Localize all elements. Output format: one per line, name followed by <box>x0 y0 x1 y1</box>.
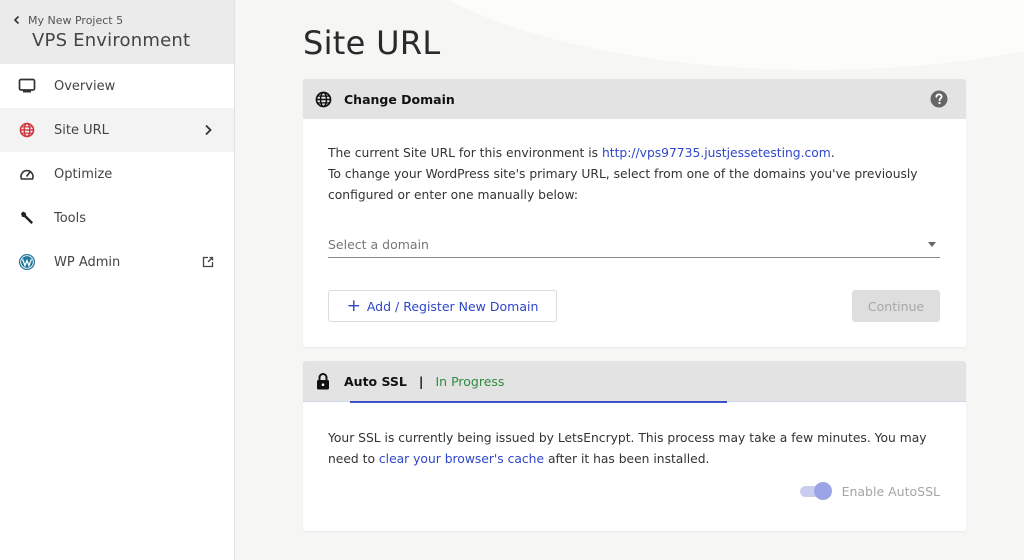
chevron-left-icon <box>13 15 20 25</box>
continue-button[interactable]: Continue <box>852 290 940 322</box>
wrench-icon <box>18 209 36 227</box>
caret-down-icon <box>928 242 936 247</box>
header-separator: | <box>418 373 424 389</box>
current-url-suffix: . <box>830 146 835 160</box>
speedometer-icon <box>18 165 36 183</box>
plus-icon: + <box>346 295 361 316</box>
sidebar-item-label: Site URL <box>54 122 109 138</box>
current-url-description: The current Site URL for this environmen… <box>328 143 948 206</box>
sidebar: My New Project 5 VPS Environment Overvie… <box>0 0 235 560</box>
background-decoration <box>366 0 1024 70</box>
domain-select[interactable]: Select a domain <box>328 232 940 258</box>
auto-ssl-card: Auto SSL | In Progress Your SSL is curre… <box>303 361 966 531</box>
globe-icon <box>314 90 332 108</box>
sidebar-item-label: Overview <box>54 78 116 94</box>
ssl-progress-bar <box>350 401 727 403</box>
toggle-switch[interactable] <box>799 482 832 500</box>
environment-title: VPS Environment <box>32 30 191 51</box>
domain-select-placeholder: Select a domain <box>328 237 429 252</box>
add-register-domain-button[interactable]: + Add / Register New Domain <box>328 290 557 322</box>
current-url-link[interactable]: http://vps97735.justjessetesting.com <box>602 146 831 160</box>
chevron-right-icon <box>202 124 214 136</box>
change-url-instructions: To change your WordPress site's primary … <box>328 167 918 202</box>
current-url-text: The current Site URL for this environmen… <box>328 146 602 160</box>
change-domain-card: Change Domain The current Site URL for t… <box>303 79 966 347</box>
auto-ssl-title: Auto SSL <box>344 373 407 389</box>
sidebar-item-wp-admin[interactable]: WP Admin <box>0 240 234 284</box>
sidebar-item-label: Tools <box>54 210 87 226</box>
enable-autossl-label: Enable AutoSSL <box>841 483 940 499</box>
external-link-icon <box>202 256 214 268</box>
sidebar-item-optimize[interactable]: Optimize <box>0 152 234 196</box>
clear-cache-link[interactable]: clear your browser's cache <box>379 452 544 466</box>
main-content: Site URL Change Domain The current Site … <box>236 0 1024 560</box>
page-title: Site URL <box>303 24 441 62</box>
wordpress-icon <box>18 253 36 271</box>
sidebar-nav: Overview Site URL Optimize Tools WP Admi… <box>0 64 234 284</box>
auto-ssl-header: Auto SSL | In Progress <box>303 361 966 401</box>
lock-icon <box>314 372 332 390</box>
change-domain-title: Change Domain <box>344 91 455 107</box>
question-circle-icon[interactable] <box>930 90 948 108</box>
sidebar-item-overview[interactable]: Overview <box>0 64 234 108</box>
sidebar-item-site-url[interactable]: Site URL <box>0 108 234 152</box>
ssl-status-badge: In Progress <box>435 373 505 389</box>
sidebar-item-label: Optimize <box>54 166 113 182</box>
add-register-domain-label: Add / Register New Domain <box>366 298 539 314</box>
enable-autossl-toggle[interactable]: Enable AutoSSL <box>799 482 940 500</box>
sidebar-item-label: WP Admin <box>54 254 121 270</box>
back-to-project-link[interactable]: My New Project 5 <box>12 13 234 27</box>
project-name: My New Project 5 <box>28 13 124 27</box>
ssl-description-suffix: after it has been installed. <box>544 452 710 466</box>
sidebar-item-tools[interactable]: Tools <box>0 196 234 240</box>
globe-icon <box>18 121 36 139</box>
toggle-knob <box>813 482 832 500</box>
monitor-icon <box>18 77 36 95</box>
sidebar-header: My New Project 5 VPS Environment <box>0 0 234 64</box>
ssl-description: Your SSL is currently being issued by Le… <box>328 428 943 470</box>
change-domain-header: Change Domain <box>303 79 966 119</box>
